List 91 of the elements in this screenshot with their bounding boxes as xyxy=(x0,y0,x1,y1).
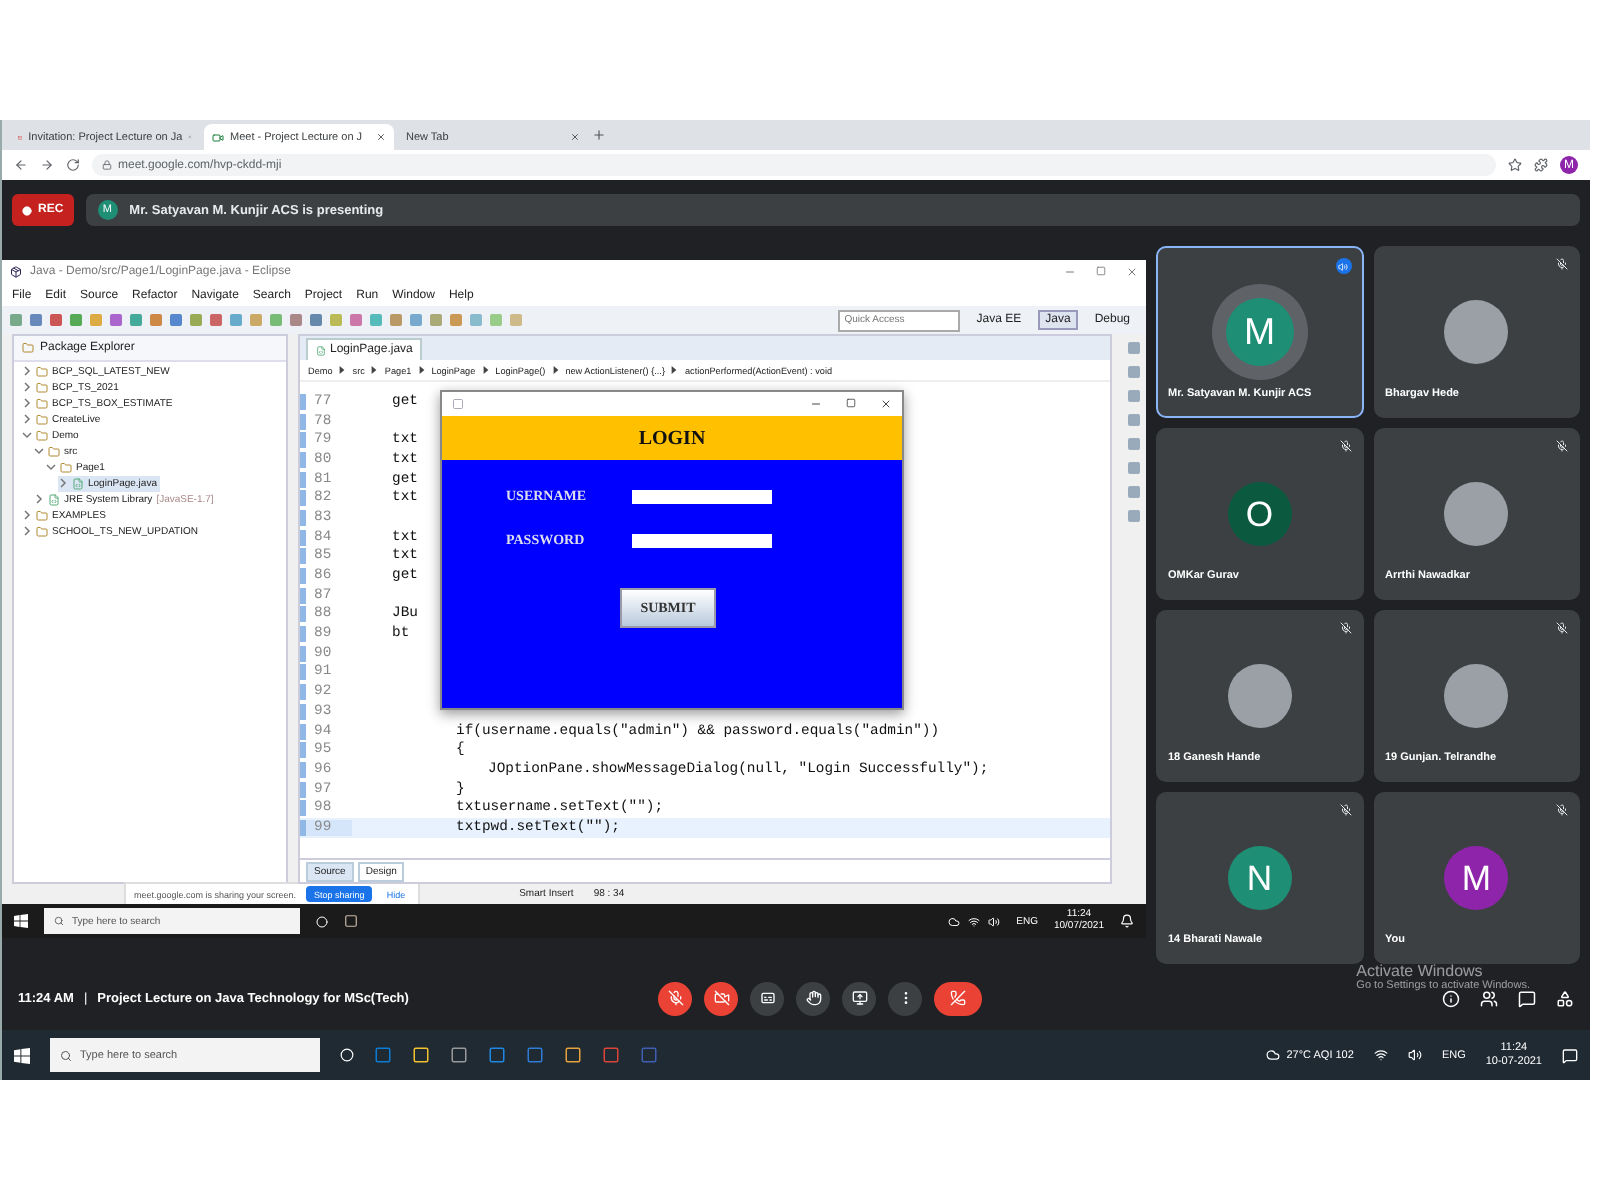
forward-icon[interactable] xyxy=(40,158,54,172)
file-icon xyxy=(48,494,60,506)
search-icon xyxy=(54,916,64,926)
muted-mic-icon xyxy=(1556,440,1568,452)
camera-off-icon xyxy=(713,990,730,1006)
mic-off-icon xyxy=(667,990,684,1006)
lock-icon xyxy=(102,160,112,170)
folder-icon xyxy=(36,526,48,538)
info-icon[interactable] xyxy=(1442,989,1460,1007)
people-icon[interactable] xyxy=(1480,989,1498,1007)
chevron-right-icon xyxy=(417,366,426,374)
muted-mic-icon xyxy=(1556,622,1568,634)
folder-icon xyxy=(36,398,48,410)
maximize-icon[interactable] xyxy=(1096,266,1106,276)
app-taskbar-icon[interactable] xyxy=(412,1046,430,1064)
volume-icon[interactable] xyxy=(1407,1048,1422,1062)
activities-icon[interactable] xyxy=(1556,989,1574,1007)
photo-placeholder xyxy=(1444,482,1509,546)
folder-icon xyxy=(36,510,48,522)
task-view-icon[interactable] xyxy=(340,1048,354,1062)
present-screen-icon xyxy=(851,990,868,1006)
app-icon xyxy=(452,398,464,410)
app-taskbar-icon[interactable] xyxy=(450,1046,468,1064)
network-icon[interactable] xyxy=(1373,1048,1388,1062)
network-icon[interactable] xyxy=(968,915,981,927)
camera-toggle-button[interactable] xyxy=(704,981,739,1015)
folder-icon xyxy=(36,430,48,442)
chevron-right-icon xyxy=(370,366,379,374)
search-icon xyxy=(60,1049,72,1061)
notification-icon[interactable] xyxy=(1120,914,1134,928)
photo-placeholder xyxy=(1227,664,1292,728)
volume-icon[interactable] xyxy=(988,915,1001,927)
folder-icon xyxy=(36,382,48,394)
app-taskbar-icon[interactable] xyxy=(344,914,358,928)
raise-hand-button[interactable] xyxy=(796,981,831,1015)
reload-icon[interactable] xyxy=(66,158,80,172)
back-icon[interactable] xyxy=(14,158,28,172)
more-options-button[interactable] xyxy=(888,981,923,1015)
windows-logo-icon[interactable] xyxy=(14,1047,30,1063)
captions-button[interactable] xyxy=(750,981,785,1015)
eclipse-logo-icon xyxy=(10,266,22,278)
participant-avatar: N xyxy=(1227,846,1292,910)
login-header: LOGIN xyxy=(442,416,902,460)
extensions-icon[interactable] xyxy=(1534,158,1548,172)
mic-toggle-button[interactable] xyxy=(658,981,693,1015)
muted-mic-icon xyxy=(1339,440,1351,452)
windows-logo-icon[interactable] xyxy=(14,914,28,928)
input-field[interactable] xyxy=(632,489,772,503)
task-view-icon[interactable] xyxy=(316,915,328,927)
weather-icon[interactable] xyxy=(1266,1048,1281,1062)
participant-avatar: M xyxy=(1225,298,1294,366)
hand-icon xyxy=(805,990,822,1006)
muted-mic-icon xyxy=(1556,258,1568,270)
package-icon xyxy=(22,342,34,354)
star-icon[interactable] xyxy=(1508,158,1522,172)
photo-placeholder xyxy=(1444,664,1509,728)
close-icon[interactable] xyxy=(1126,266,1138,278)
muted-mic-icon xyxy=(1339,622,1351,634)
folder-icon xyxy=(48,446,60,458)
file-icon xyxy=(72,478,84,490)
audio-level-icon xyxy=(1335,258,1351,274)
folder-icon xyxy=(60,462,72,474)
chevron-right-icon xyxy=(551,366,560,374)
app-taskbar-icon[interactable] xyxy=(488,1046,506,1064)
input-field[interactable] xyxy=(632,533,772,547)
participant-avatar: O xyxy=(1227,482,1292,546)
participant-avatar: M xyxy=(1444,846,1509,910)
maximize-icon[interactable] xyxy=(846,398,856,408)
end-call-button[interactable] xyxy=(934,981,983,1015)
chevron-right-icon[interactable] xyxy=(58,477,68,487)
close-icon[interactable] xyxy=(880,398,892,410)
folder-icon xyxy=(36,414,48,426)
photo-placeholder xyxy=(1444,300,1509,364)
folder-icon xyxy=(36,366,48,378)
chat-icon[interactable] xyxy=(1518,989,1536,1007)
chevron-right-icon xyxy=(481,366,490,374)
new-tab-icon[interactable] xyxy=(592,128,606,142)
cloud-icon[interactable] xyxy=(948,915,961,927)
video-icon xyxy=(212,131,224,143)
present-button[interactable] xyxy=(842,981,877,1015)
file-icon xyxy=(316,345,326,355)
captions-icon xyxy=(759,990,776,1006)
muted-mic-icon xyxy=(1556,804,1568,816)
minimize-icon[interactable] xyxy=(810,398,822,410)
notification-icon[interactable] xyxy=(1562,1047,1578,1063)
app-taskbar-icon[interactable] xyxy=(564,1046,582,1064)
muted-mic-icon xyxy=(1339,804,1351,816)
chevron-right-icon xyxy=(670,366,679,374)
hang-up-icon xyxy=(950,990,967,1006)
activation-title: Activate Windows xyxy=(1356,962,1485,980)
chevron-right-icon xyxy=(338,366,347,374)
